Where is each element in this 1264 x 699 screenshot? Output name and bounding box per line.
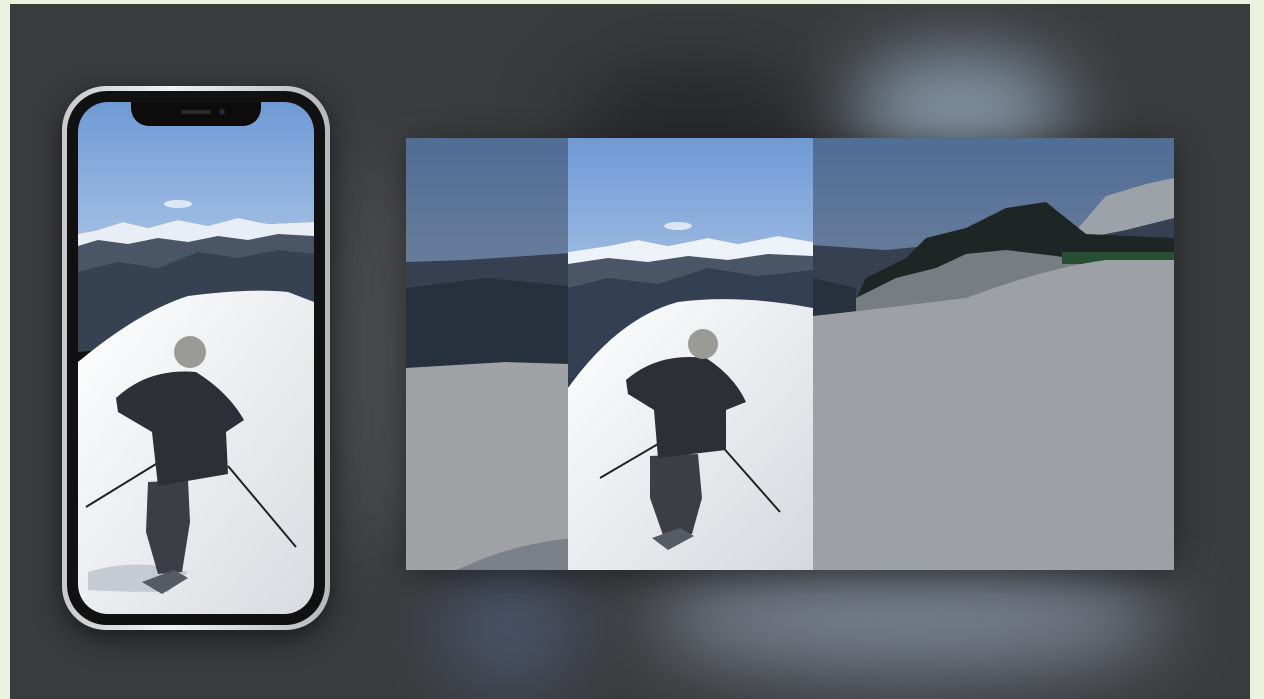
background-glow-bottom: [650, 564, 1170, 674]
background-glow-left: [440, 574, 580, 684]
skier-helmet: [688, 329, 718, 359]
right-cropped-region: [813, 138, 1174, 570]
cloud: [164, 200, 192, 208]
phone-notch: [131, 102, 261, 126]
center-frame: [568, 138, 813, 570]
smartphone-frame: [62, 86, 330, 630]
stabilized-video-comparison: [406, 138, 1174, 570]
left-cropped-region: [406, 138, 568, 570]
cloud: [664, 222, 692, 230]
phone-screen: [78, 102, 314, 614]
center-video-frame: [568, 138, 813, 570]
phone-video-frame: [78, 102, 314, 614]
skier-helmet: [174, 336, 206, 368]
